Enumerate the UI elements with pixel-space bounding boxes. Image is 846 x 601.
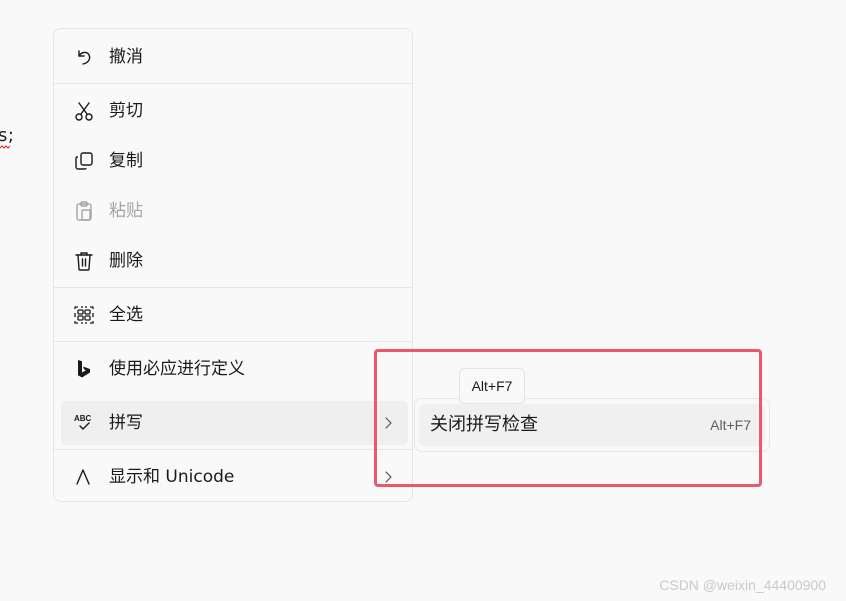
menu-separator <box>54 341 412 342</box>
menu-item-label: 撤消 <box>109 47 143 67</box>
menu-item-label: 删除 <box>109 251 143 271</box>
menu-separator <box>54 449 412 450</box>
menu-item-display-unicode[interactable]: 显示和 Unicode <box>61 455 408 499</box>
menu-separator <box>54 287 412 288</box>
submenu-item-label: 关闭拼写检查 <box>430 414 538 435</box>
cut-icon <box>73 100 95 122</box>
undo-icon <box>73 46 95 68</box>
menu-item-cut[interactable]: 剪切 <box>61 89 408 133</box>
context-menu: 撤消 剪切 复制 粘贴 删除 全选 使用必应进行定义 ABC 拼写 显示和 Un… <box>53 28 413 502</box>
menu-item-spelling[interactable]: ABC 拼写 <box>61 401 408 445</box>
menu-item-label: 粘贴 <box>109 201 143 221</box>
menu-item-label: 拼写 <box>109 413 143 433</box>
paste-icon <box>73 200 95 222</box>
menu-item-paste[interactable]: 粘贴 <box>61 189 408 233</box>
menu-item-label: 使用必应进行定义 <box>109 359 245 379</box>
spelling-error-underline <box>0 145 10 149</box>
menu-item-define-with-bing[interactable]: 使用必应进行定义 <box>61 347 408 391</box>
trash-icon <box>73 250 95 272</box>
menu-item-delete[interactable]: 删除 <box>61 239 408 283</box>
menu-item-label: 全选 <box>109 305 143 325</box>
spelling-submenu: 关闭拼写检查 Alt+F7 <box>414 398 770 452</box>
menu-item-label: 显示和 Unicode <box>109 467 235 487</box>
document-text-fragment: s; <box>0 125 15 146</box>
watermark: CSDN @weixin_44400900 <box>659 577 826 593</box>
bing-icon <box>73 358 95 380</box>
spelling-icon: ABC <box>73 412 95 434</box>
chevron-right-icon <box>385 471 392 483</box>
menu-item-copy[interactable]: 复制 <box>61 139 408 183</box>
menu-item-label: 剪切 <box>109 101 143 121</box>
keyboard-shortcut: Alt+F7 <box>710 417 751 433</box>
menu-item-select-all[interactable]: 全选 <box>61 293 408 337</box>
menu-item-turn-off-spellcheck[interactable]: 关闭拼写检查 Alt+F7 <box>419 404 765 446</box>
svg-text:ABC: ABC <box>74 414 92 423</box>
copy-icon <box>73 150 95 172</box>
shortcut-tooltip: Alt+F7 <box>459 368 525 404</box>
menu-item-label: 复制 <box>109 151 143 171</box>
unicode-icon <box>73 466 95 488</box>
select-all-icon <box>73 304 95 326</box>
menu-item-undo[interactable]: 撤消 <box>61 35 408 79</box>
menu-separator <box>54 83 412 84</box>
chevron-right-icon <box>385 417 392 429</box>
